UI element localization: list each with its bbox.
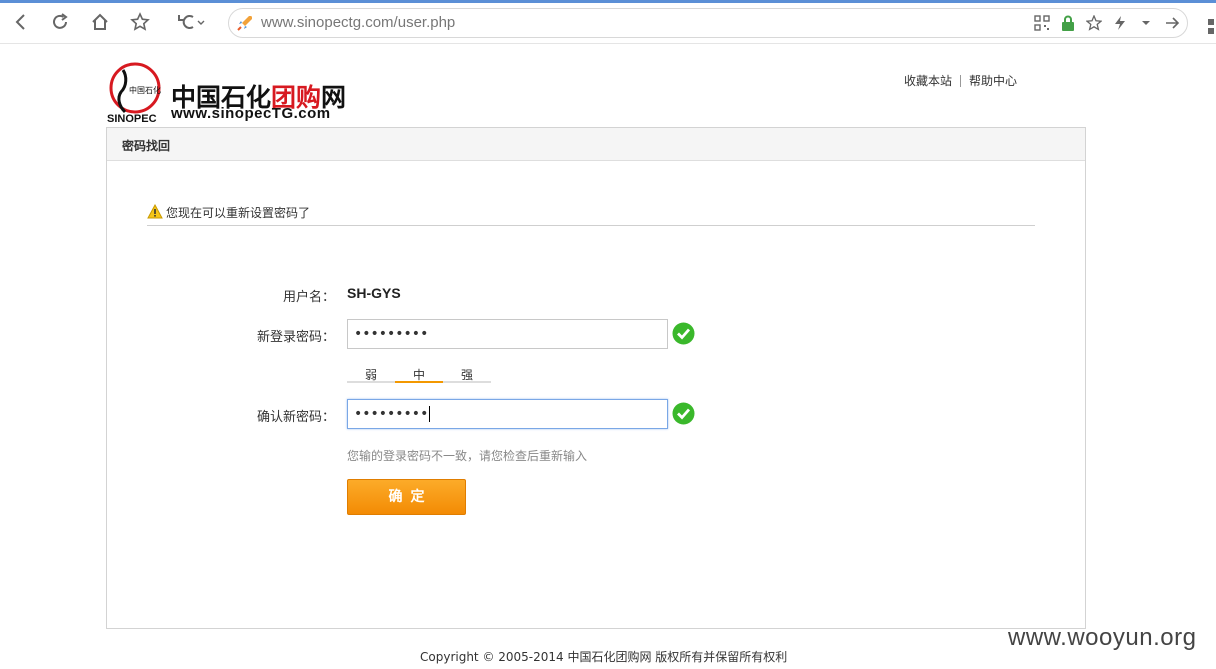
go-arrow-icon[interactable]: [1163, 13, 1181, 33]
favorite-star-icon[interactable]: [1085, 13, 1103, 33]
notice-text: 您现在可以重新设置密码了: [166, 206, 311, 220]
reload-icon[interactable]: [47, 9, 73, 35]
home-icon[interactable]: [87, 9, 113, 35]
text-caret: [429, 406, 431, 422]
qr-code-icon[interactable]: [1033, 13, 1051, 33]
confirm-button[interactable]: 确定: [347, 479, 466, 515]
confirm-password-field[interactable]: •••••••••: [347, 399, 668, 429]
dropdown-caret-icon[interactable]: [1137, 13, 1155, 33]
username-label: 用户名：: [282, 290, 335, 305]
notice-line: 您现在可以重新设置密码了: [147, 204, 1035, 226]
link-separator: [960, 74, 962, 87]
confirm-password-ok-icon: [672, 402, 695, 425]
back-icon[interactable]: [8, 9, 34, 35]
link-add-favorite[interactable]: 收藏本站: [904, 72, 952, 89]
svg-text:中国石化: 中国石化: [129, 85, 161, 95]
password-mismatch-hint: 您输的登录密码不一致，请您检查后重新输入: [347, 449, 588, 463]
password-strength-meter: 弱 中 强: [347, 366, 493, 384]
confirm-password-label: 确认新密码：: [256, 410, 335, 425]
sinopec-emblem-icon: 中国石化 SINOPEC: [107, 62, 161, 124]
lightning-icon[interactable]: [1111, 13, 1129, 33]
strength-weak: 弱: [347, 366, 395, 383]
panel-title: 密码找回: [107, 128, 1085, 161]
new-password-field[interactable]: •••••••••: [347, 319, 668, 349]
url-text[interactable]: www.sinopectg.com/user.php: [261, 14, 455, 31]
warning-icon: [147, 204, 163, 219]
new-password-label: 新登录密码：: [256, 330, 335, 345]
address-bar[interactable]: www.sinopectg.com/user.php: [228, 8, 1188, 38]
site-rocket-icon: [237, 16, 252, 31]
secure-lock-icon[interactable]: [1059, 13, 1077, 33]
top-links: 收藏本站 帮助中心: [904, 72, 1017, 89]
footer-copyright: Copyright © 2005-2014 中国石化团购网 版权所有并保留所有权…: [420, 650, 788, 664]
username-value: SH-GYS: [347, 285, 401, 301]
new-password-ok-icon: [672, 322, 695, 345]
link-help-center[interactable]: 帮助中心: [969, 72, 1017, 89]
site-logo[interactable]: 中国石化 SINOPEC 中国石化团购网 www.sinopecTG.com: [107, 62, 347, 126]
browser-menu-icon[interactable]: [1208, 19, 1216, 35]
browser-toolbar: www.sinopectg.com/user.php: [0, 3, 1216, 44]
brand-domain: www.sinopecTG.com: [171, 105, 331, 122]
strength-strong: 强: [443, 366, 491, 383]
password-reset-panel: 密码找回 您现在可以重新设置密码了 用户名： SH-GYS 新登录密码： •••…: [106, 127, 1086, 629]
emblem-label: SINOPEC: [107, 113, 157, 124]
strength-medium: 中: [395, 366, 443, 383]
undo-close-tab-icon[interactable]: [172, 9, 208, 35]
watermark: www.wooyun.org: [1008, 624, 1197, 651]
bookmark-star-icon[interactable]: [127, 9, 153, 35]
